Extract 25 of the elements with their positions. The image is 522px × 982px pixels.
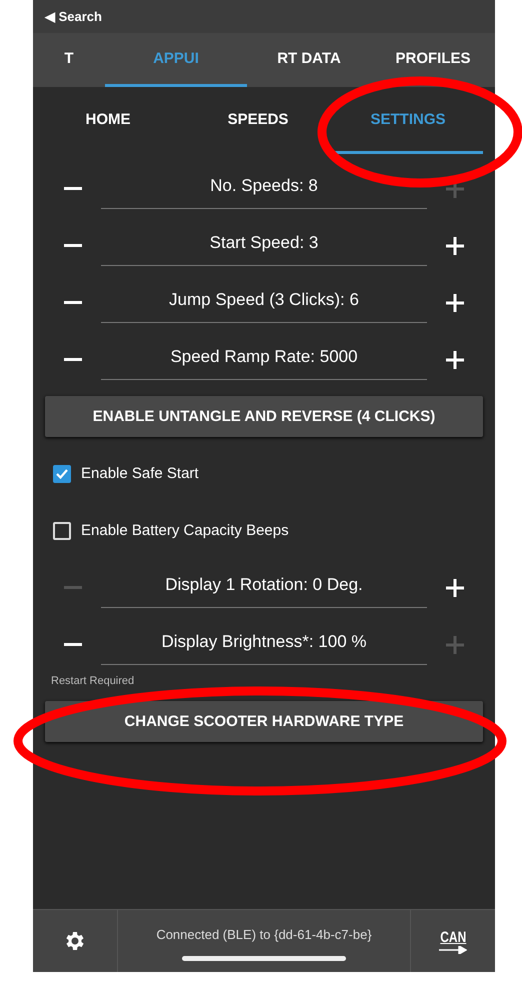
plus-icon[interactable] — [446, 236, 464, 254]
tab[interactable]: T — [33, 33, 105, 87]
setting-value: Speed Ramp Rate: 5000 — [101, 335, 427, 380]
connection-status: Connected (BLE) to {dd-61-4b-c7-be} — [156, 927, 372, 942]
setting-value: Display Brightness*: 100 % — [101, 620, 427, 665]
setting-value: No. Speeds: 8 — [101, 164, 427, 209]
back-link[interactable]: ◀ Search — [45, 9, 102, 24]
setting-value: Start Speed: 3 — [101, 221, 427, 266]
tab[interactable]: RT DATA — [247, 33, 371, 87]
tab[interactable]: PROFILES — [371, 33, 495, 87]
subtab[interactable]: SPEEDS — [183, 87, 333, 154]
can-button[interactable]: CAN — [410, 910, 495, 972]
setting-value: Display 1 Rotation: 0 Deg. — [101, 563, 427, 608]
plus-icon[interactable] — [446, 294, 464, 312]
action-button[interactable]: CHANGE SCOOTER HARDWARE TYPE — [45, 701, 483, 742]
checkbox-label: Enable Safe Start — [81, 465, 199, 482]
checkbox-label: Enable Battery Capacity Beeps — [81, 522, 289, 539]
arrow-icon — [439, 946, 467, 954]
subtab[interactable]: HOME — [33, 87, 183, 154]
plus-icon[interactable] — [446, 578, 464, 596]
checkbox[interactable] — [53, 464, 71, 482]
plus-icon[interactable] — [446, 350, 464, 368]
setting-value: Jump Speed (3 Clicks): 6 — [101, 278, 427, 323]
action-button[interactable]: ENABLE UNTANGLE AND REVERSE (4 CLICKS) — [45, 396, 483, 437]
note-text: Restart Required — [51, 675, 134, 687]
